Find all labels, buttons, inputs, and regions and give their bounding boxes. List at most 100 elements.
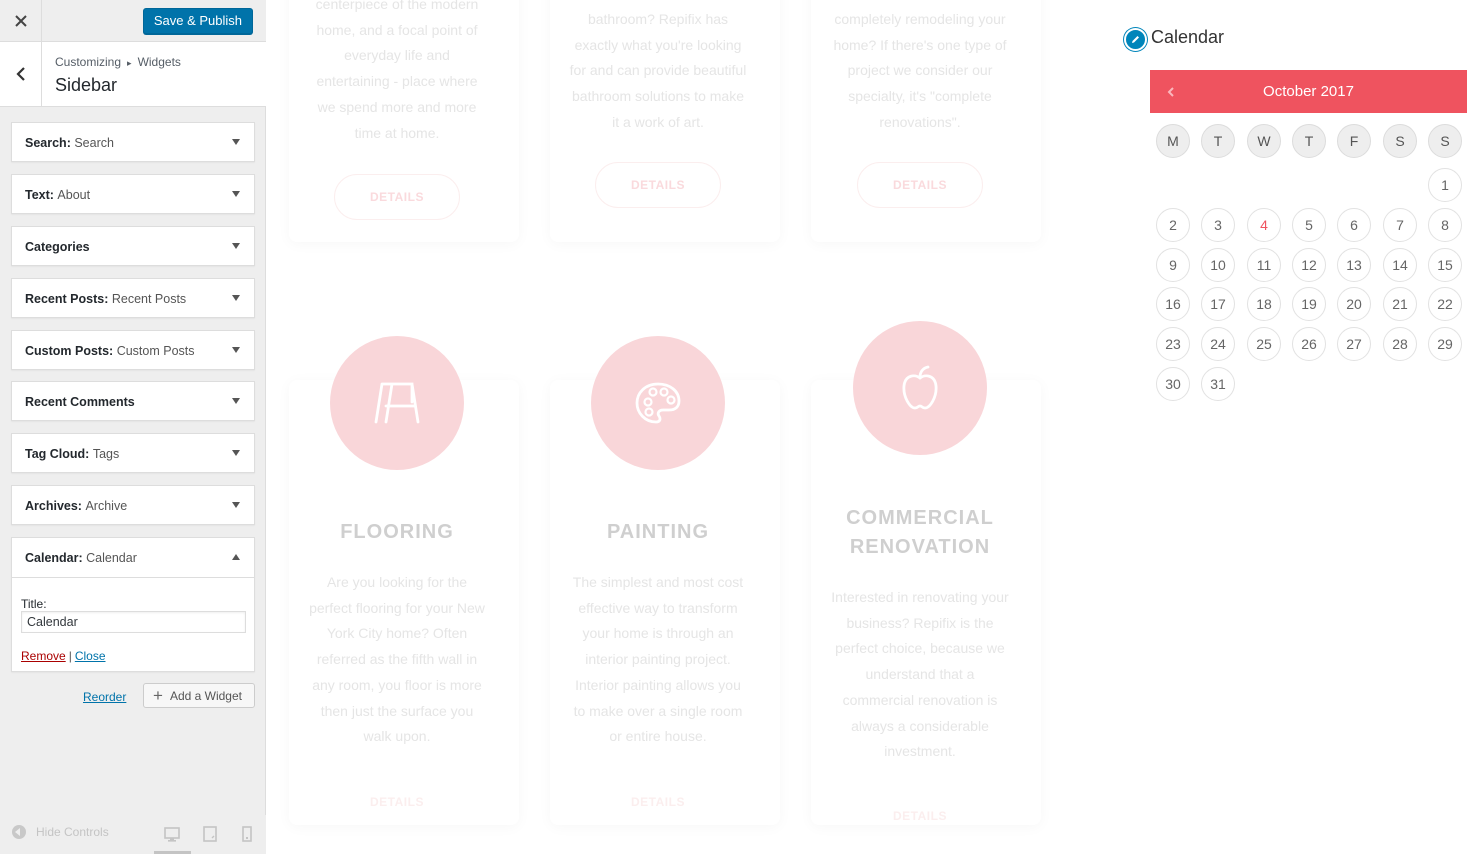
service-text-line: perfect choice, because we [835,640,1005,657]
calendar-day[interactable]: 30 [1156,367,1190,401]
calendar-day[interactable]: 28 [1383,327,1417,361]
widget-item[interactable]: Calendar: Calendar Title: Remove|Close [11,537,255,672]
close-widget-link[interactable]: Close [75,649,106,663]
caret-down-icon[interactable] [232,398,240,404]
link-separator: | [68,649,72,663]
calendar-day[interactable]: 31 [1201,367,1235,401]
details-button[interactable]: DETAILS [595,162,721,208]
hide-controls-button[interactable]: Hide Controls [12,825,109,839]
title-field-label: Title: [21,597,47,611]
widget-type: Recent Posts: [25,292,109,306]
service-title: RENOVATION [849,536,991,558]
calendar-day[interactable]: 1 [1428,168,1462,202]
prev-month-button[interactable] [1167,84,1175,100]
calendar-day[interactable]: 19 [1292,287,1326,321]
card-text-line: completely remodeling your [834,11,1006,27]
widget-type: Text: [25,188,54,202]
calendar-day-today[interactable]: 4 [1247,208,1281,242]
service-text-line: always a considerable [851,717,989,734]
calendar-day[interactable]: 16 [1156,287,1190,321]
calendar-day[interactable]: 6 [1337,208,1371,242]
widget-title: Search: Search [25,136,114,150]
calendar-day[interactable]: 15 [1428,248,1462,282]
widget-title: Tag Cloud: Tags [25,447,119,461]
calendar-day[interactable]: 12 [1292,248,1326,282]
caret-down-icon[interactable] [232,347,240,353]
calendar-day[interactable]: 13 [1337,248,1371,282]
caret-down-icon[interactable] [232,450,240,456]
details-button[interactable]: DETAILS [334,795,460,809]
service-icon-circle [330,336,464,470]
weekday-header: F [1337,124,1371,158]
widget-type: Categories [25,240,90,254]
mobile-preview-icon[interactable] [238,824,256,844]
calendar-day[interactable]: 18 [1247,287,1281,321]
calendar-day[interactable]: 26 [1292,327,1326,361]
calendar-day[interactable]: 2 [1156,208,1190,242]
calendar-day[interactable]: 8 [1428,208,1462,242]
reorder-link[interactable]: Reorder [83,690,126,704]
calendar-day[interactable]: 9 [1156,248,1190,282]
calendar-day[interactable]: 21 [1383,287,1417,321]
close-customizer-button[interactable] [0,0,42,42]
widget-item[interactable]: Categories [11,226,255,266]
calendar-day[interactable]: 24 [1201,327,1235,361]
details-button[interactable]: DETAILS [857,809,983,823]
widget-title: Custom Posts: Custom Posts [25,344,195,358]
calendar-day[interactable]: 27 [1337,327,1371,361]
widget-form: Title: Remove|Close [12,577,254,671]
add-widget-button[interactable]: + Add a Widget [143,683,255,708]
caret-down-icon[interactable] [232,502,240,508]
calendar-day[interactable]: 5 [1292,208,1326,242]
calendar-day[interactable]: 29 [1428,327,1462,361]
widget-item[interactable]: Archives: Archive [11,485,255,525]
calendar-day[interactable]: 7 [1383,208,1417,242]
widget-title: Recent Comments [25,395,135,409]
widget-item[interactable]: Recent Comments [11,381,255,421]
widget-item[interactable]: Custom Posts: Custom Posts [11,330,255,370]
caret-down-icon[interactable] [232,191,240,197]
calendar-day[interactable]: 20 [1337,287,1371,321]
widget-item[interactable]: Tag Cloud: Tags [11,433,255,473]
calendar-day[interactable]: 22 [1428,287,1462,321]
calendar-day[interactable]: 14 [1383,248,1417,282]
caret-down-icon[interactable] [232,139,240,145]
widget-item[interactable]: Recent Posts: Recent Posts [11,278,255,318]
section-header: Customizing ▸ Widgets Sidebar [0,42,266,107]
back-button[interactable] [0,42,42,106]
widget-instance: Calendar [86,551,137,565]
calendar-day[interactable]: 10 [1201,248,1235,282]
card-text-line: centerpiece of the modern [315,0,479,12]
section-title: Sidebar [55,75,118,95]
weekday-header: M [1156,124,1190,158]
calendar-day[interactable]: 3 [1201,208,1235,242]
caret-up-icon[interactable] [232,554,240,560]
remove-widget-link[interactable]: Remove [21,649,66,663]
widget-type: Search: [25,136,71,150]
widget-item[interactable]: Search: Search [11,122,255,162]
caret-down-icon[interactable] [232,295,240,301]
details-button[interactable]: DETAILS [334,174,460,220]
tablet-preview-icon[interactable] [201,824,219,844]
weekday-header: T [1292,124,1326,158]
service-text-line: perfect flooring for your New [309,599,485,616]
widget-type: Calendar: [25,551,83,565]
details-button[interactable]: DETAILS [595,795,721,809]
desktop-preview-icon[interactable] [163,824,181,844]
edit-widget-shortcut[interactable] [1124,28,1147,51]
details-button[interactable]: DETAILS [857,162,983,208]
widget-item[interactable]: Text: About [11,174,255,214]
service-icon-circle [591,336,725,470]
calendar-day[interactable]: 11 [1247,248,1281,282]
service-text-line: any room, you floor is more [312,676,482,693]
calendar-month-label: October 2017 [1263,83,1354,100]
save-publish-button[interactable]: Save & Publish [142,8,253,34]
caret-down-icon[interactable] [232,243,240,249]
service-title: FLOORING [340,521,454,543]
calendar-day[interactable]: 17 [1201,287,1235,321]
title-field[interactable] [21,611,246,633]
calendar-day[interactable]: 23 [1156,327,1190,361]
calendar-day[interactable]: 25 [1247,327,1281,361]
widget-instance: Archive [85,499,128,513]
service-text-line: Interested in renovating your [831,589,1009,605]
